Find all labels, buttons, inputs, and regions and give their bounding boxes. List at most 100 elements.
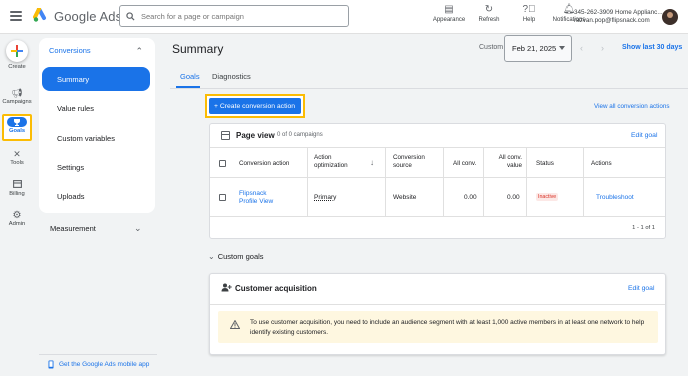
col-all-conv-value-line2: value: [506, 161, 522, 169]
refresh-icon: ↻: [484, 4, 494, 15]
goals-rail-item[interactable]: Goals: [0, 115, 34, 134]
left-rail: Create 📢︎ Campaigns Goals ✕ Tools Billin…: [0, 34, 34, 376]
mobile-app-label: Get the Google Ads mobile app: [59, 361, 150, 368]
help-button[interactable]: ?⃝ Help: [510, 3, 548, 23]
col-all-conv-value-line1: All conv.: [498, 154, 522, 161]
refresh-button[interactable]: ↻ Refresh: [470, 3, 508, 23]
conversion-action-link[interactable]: Flipsnack Profile View: [239, 190, 273, 206]
conversion-action-name-line1: Flipsnack: [239, 190, 267, 197]
page-view-header: Page view 0 of 0 campaigns Edit goal: [210, 124, 665, 148]
billing-icon: [12, 180, 22, 191]
chevron-down-icon: ⌄: [208, 252, 215, 261]
date-picker[interactable]: Feb 21, 2025: [504, 35, 572, 62]
nav-item-measurement[interactable]: Measurement: [50, 224, 96, 233]
customer-acquisition-card: Customer acquisition Edit goal To use cu…: [209, 273, 666, 355]
col-status[interactable]: Status: [536, 160, 554, 168]
conversions-section-header[interactable]: Conversions: [49, 46, 91, 55]
billing-label: Billing: [9, 191, 25, 197]
page-view-goal-card: Page view 0 of 0 campaigns Edit goal Con…: [209, 123, 666, 239]
conversion-action-name-line2: Profile View: [239, 198, 274, 205]
page-view-title: Page view: [236, 131, 275, 140]
view-all-conversion-actions-link[interactable]: View all conversion actions: [594, 103, 670, 110]
search-icon: [126, 11, 135, 21]
troubleshoot-link[interactable]: Troubleshoot: [596, 194, 634, 202]
col-actions: Actions: [591, 160, 612, 167]
warning-text-line1: To use customer acquisition, you need to…: [250, 319, 645, 326]
create-conversion-action-button[interactable]: + Create conversion action: [209, 98, 301, 114]
phone-icon: [48, 360, 54, 369]
tools-rail-item[interactable]: ✕ Tools: [0, 149, 34, 166]
warning-text-line2: identify existing customers.: [250, 329, 329, 336]
col-action-optimization-line1: Action: [314, 154, 332, 161]
custom-goals-toggle[interactable]: ⌄ Custom goals: [208, 252, 264, 261]
tab-goals[interactable]: Goals: [180, 72, 200, 81]
show-last-30-days-link[interactable]: Show last 30 days: [622, 44, 682, 51]
appearance-icon: ▤: [444, 4, 454, 15]
nav-item-summary[interactable]: Summary: [42, 67, 150, 91]
admin-rail-item[interactable]: ⚙ Admin: [0, 210, 34, 227]
conversions-nav: Conversions ⌃ Summary Value rules Custom…: [39, 38, 155, 213]
col-conversion-source-line2: source: [393, 161, 412, 169]
col-all-conv-value[interactable]: All conv. value: [494, 154, 522, 169]
nav-item-settings[interactable]: Settings: [42, 155, 150, 179]
page-icon: [221, 131, 230, 140]
col-action-optimization[interactable]: Action optimization: [314, 154, 348, 169]
admin-label: Admin: [8, 221, 26, 227]
col-all-conv[interactable]: All conv.: [453, 160, 476, 168]
nav-item-custom-variables[interactable]: Custom variables: [42, 126, 150, 150]
warning-banner: To use customer acquisition, you need to…: [218, 311, 658, 343]
page-title: Summary: [172, 42, 224, 56]
col-action-optimization-line2: optimization: [314, 161, 348, 169]
google-ads-logo[interactable]: [33, 8, 49, 23]
tools-label: Tools: [10, 160, 24, 166]
col-conversion-source-line1: Conversion: [393, 154, 425, 161]
date-range-label: Custom: [479, 44, 504, 51]
divider: [39, 354, 157, 355]
optimization-value[interactable]: Primary: [314, 194, 336, 202]
account-id: 345-262-3909 Home Applianc...: [574, 9, 663, 16]
source-value: Website: [393, 194, 417, 201]
nav-item-uploads[interactable]: Uploads: [42, 184, 150, 208]
warning-text: To use customer acquisition, you need to…: [250, 318, 650, 338]
create-rail-item[interactable]: Create: [0, 40, 34, 70]
dropdown-caret-icon: [559, 46, 565, 50]
warning-icon: [230, 320, 240, 329]
col-conversion-source[interactable]: Conversion source: [393, 154, 425, 169]
account-email: razvan.pop@flipsnack.com: [574, 17, 650, 24]
account-switcher[interactable]: 345-262-3909 Home Applianc... razvan.pop…: [574, 9, 663, 25]
col-conversion-action[interactable]: Conversion action: [239, 160, 289, 168]
chevron-left-icon[interactable]: ‹: [580, 43, 583, 53]
mobile-app-link[interactable]: Get the Google Ads mobile app: [48, 360, 149, 369]
customer-acquisition-title: Customer acquisition: [235, 284, 317, 293]
edit-goal-button[interactable]: Edit goal: [631, 132, 657, 139]
top-bar: Google Ads ▤ Appearance ↻ Refresh ?⃝ Hel…: [0, 0, 688, 34]
pagination-text: 1 - 1 of 1: [632, 225, 655, 231]
campaign-count: 0 of 0 campaigns: [277, 132, 323, 138]
search-box[interactable]: [119, 5, 349, 27]
campaigns-rail-item[interactable]: 📢︎ Campaigns: [0, 88, 34, 105]
sort-arrow-icon[interactable]: ↓: [370, 159, 374, 167]
avatar[interactable]: [662, 9, 678, 25]
tools-icon: ✕: [13, 149, 21, 159]
menu-icon[interactable]: [10, 11, 22, 21]
create-button[interactable]: [6, 40, 28, 62]
chevron-down-icon[interactable]: ⌄: [134, 223, 142, 234]
appearance-button[interactable]: ▤ Appearance: [430, 3, 468, 23]
campaigns-label: Campaigns: [2, 99, 32, 105]
edit-goal-button[interactable]: Edit goal: [628, 285, 654, 292]
chevron-up-icon[interactable]: ⌃: [135, 46, 143, 57]
tabs-divider: [170, 88, 688, 89]
all-conv-value-amount: 0.00: [507, 194, 520, 201]
row-checkbox[interactable]: [219, 194, 226, 201]
megaphone-icon: 📢︎: [11, 88, 23, 98]
tab-diagnostics[interactable]: Diagnostics: [212, 72, 251, 81]
nav-item-value-rules[interactable]: Value rules: [42, 96, 150, 120]
create-label: Create: [8, 64, 26, 70]
search-input[interactable]: [141, 11, 331, 21]
appearance-label: Appearance: [432, 17, 466, 23]
table-header: Conversion action Action optimization ↓ …: [210, 148, 665, 178]
chevron-right-icon[interactable]: ›: [601, 43, 604, 53]
billing-rail-item[interactable]: Billing: [0, 180, 34, 197]
divider: [210, 304, 665, 305]
select-all-checkbox[interactable]: [219, 160, 226, 167]
